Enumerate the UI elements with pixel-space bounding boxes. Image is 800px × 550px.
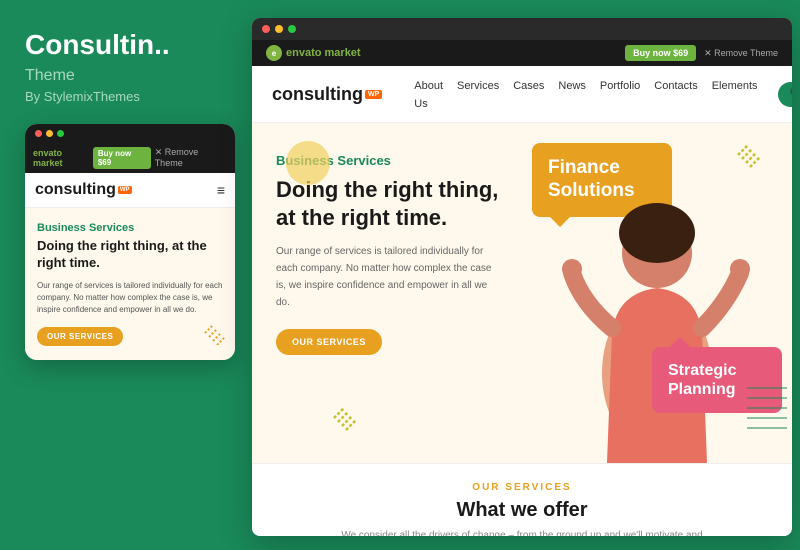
browser-dot-red (262, 25, 270, 33)
site-navbar: consultingWP About Us Services Cases New… (252, 66, 792, 123)
theme-author: By StylemixThemes (25, 89, 228, 104)
deco-green-lines (747, 378, 787, 443)
envato-buy-button[interactable]: Buy now $69 (625, 45, 696, 61)
mobile-hero-text: Our range of services is tailored indivi… (37, 280, 223, 316)
mobile-dot-red (35, 130, 42, 137)
site-logo: consultingWP (272, 84, 382, 105)
nav-news[interactable]: News (558, 76, 586, 112)
nav-links: About Us Services Cases News Portfolio C… (414, 76, 757, 112)
left-panel: Consultin.. Theme By StylemixThemes enva… (0, 0, 248, 550)
theme-title: Consultin.. (25, 30, 228, 61)
mobile-logo-wp: WP (118, 186, 132, 194)
theme-subtitle: Theme (25, 67, 228, 85)
bottom-title: What we offer (276, 499, 768, 522)
mobile-hero: Business Services Doing the right thing,… (25, 208, 235, 360)
mobile-topbar (25, 124, 235, 143)
hero-body: Our range of services is tailored indivi… (276, 243, 502, 311)
envato-logo: e envato market (266, 45, 361, 61)
mobile-logo: consultingWP (35, 181, 132, 199)
mobile-services-button[interactable]: OUR SERVICES (37, 327, 123, 346)
bottom-section: OUR SERVICES What we offer We consider a… (252, 463, 792, 536)
mobile-close-icon[interactable]: ✕ Remove Theme (155, 147, 227, 168)
main-browser: e envato market Buy now $69 ✕ Remove The… (252, 18, 792, 536)
nav-about[interactable]: About Us (414, 76, 443, 112)
hero-services-button[interactable]: OUR SERVICES (276, 329, 382, 355)
hero-section: Business Services Doing the right thing,… (252, 123, 792, 463)
mobile-dot-yellow (46, 130, 53, 137)
mobile-dot-green (57, 130, 64, 137)
mobile-envato-bar: envato market Buy now $69 ✕ Remove Theme (25, 143, 235, 173)
mobile-envato-logo: envato market (33, 148, 93, 168)
bottom-body: We consider all the drivers of change – … (332, 528, 712, 536)
nav-elements[interactable]: Elements (712, 76, 758, 112)
mobile-services-label: Business Services (37, 222, 223, 234)
envato-logo-icon: e (266, 45, 282, 61)
mobile-buy-button[interactable]: Buy now $69 (93, 147, 151, 169)
nav-cases[interactable]: Cases (513, 76, 544, 112)
nav-services[interactable]: Services (457, 76, 499, 112)
envato-right: Buy now $69 ✕ Remove Theme (625, 45, 778, 61)
mobile-nav: consultingWP ≡ (25, 173, 235, 208)
envato-remove-button[interactable]: ✕ Remove Theme (704, 48, 778, 59)
hero-right: Finance Solutions (522, 123, 792, 463)
nav-portfolio[interactable]: Portfolio (600, 76, 640, 112)
envato-bar: e envato market Buy now $69 ✕ Remove The… (252, 40, 792, 66)
book-call-button[interactable]: 📞 BOOK A CALL (778, 82, 792, 107)
mobile-hero-title: Doing the right thing, at the right time… (37, 238, 223, 272)
nav-contacts[interactable]: Contacts (654, 76, 697, 112)
browser-topbar (252, 18, 792, 40)
mobile-mockup: envato market Buy now $69 ✕ Remove Theme… (25, 124, 235, 360)
person-image (562, 173, 752, 463)
mobile-deco-stripes (203, 323, 225, 350)
deco-stripes-bottom (332, 406, 360, 439)
deco-circle-yellow (286, 141, 330, 185)
mobile-hamburger-icon[interactable]: ≡ (217, 182, 225, 198)
browser-dot-green (288, 25, 296, 33)
bottom-services-label: OUR SERVICES (276, 482, 768, 493)
site-logo-wp: WP (365, 90, 382, 99)
browser-dot-yellow (275, 25, 283, 33)
